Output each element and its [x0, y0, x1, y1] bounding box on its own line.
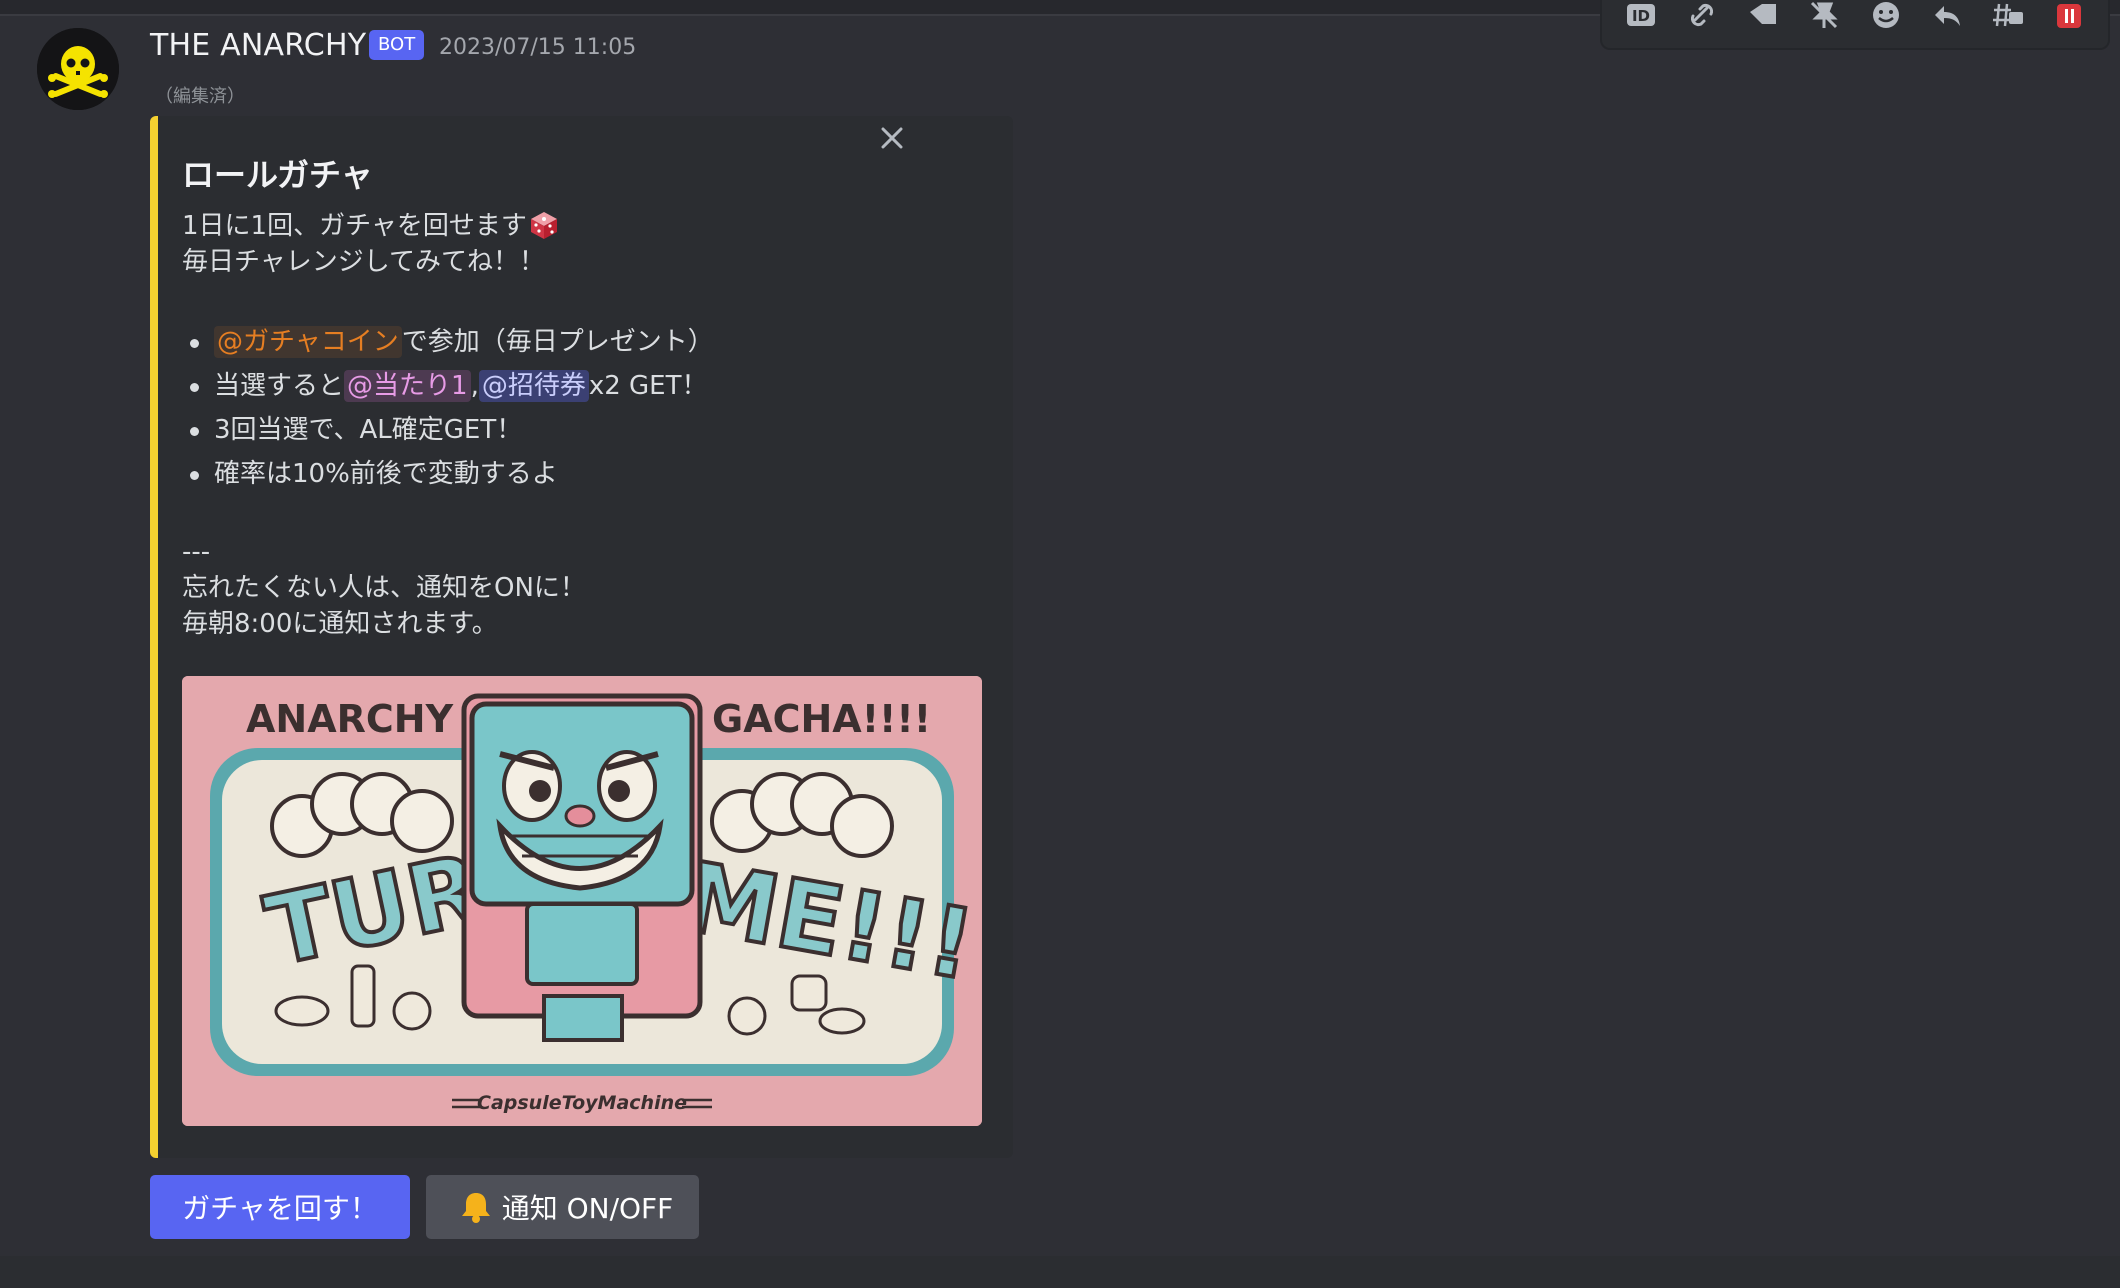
bullet-text: x2 GET！ — [588, 371, 708, 401]
bullet-text: 当選すると — [214, 371, 345, 401]
role-mention-atari[interactable]: @当たり1 — [344, 370, 471, 402]
bullet-separator: , — [470, 371, 479, 401]
bot-badge: BOT — [369, 30, 425, 60]
notification-toggle-label: 通知 ON/OFF — [501, 1192, 674, 1225]
list-item: @ガチャコイン で参加（毎日プレゼント） — [182, 320, 714, 364]
close-icon[interactable] — [870, 116, 914, 160]
separator-text: --- — [182, 537, 211, 567]
embed-bullet-list: @ガチャコイン で参加（毎日プレゼント） 当選すると @当たり1, @招待券 x2 GE… — [182, 320, 714, 496]
footer-line-1: 忘れたくない人は、通知をONに！ — [182, 573, 586, 603]
spin-gacha-button-label: ガチャを回す！ — [182, 1192, 378, 1225]
desc-line-2: 毎日チャレンジしてみてね！！ — [182, 247, 545, 277]
skull-crossbones-icon — [37, 28, 119, 110]
image-caption: CapsuleToyMachine — [477, 1092, 687, 1114]
gacha-machine-illustration: TURN ME!!! ANARCHY GACHA!!!! CapsuleToyM… — [182, 676, 982, 1126]
emoji-icon[interactable] — [1868, 0, 1904, 33]
bullet-text: 3回当選で、AL確定GET！ — [214, 415, 523, 445]
list-item: 当選すると @当たり1, @招待券 x2 GET！ — [182, 364, 714, 408]
embed: ロールガチャ 1日に1回、ガチャを回せます 毎日チャレンジしてみてね！！ @ガチ… — [150, 116, 1013, 1158]
embed-title: ロールガチャ — [182, 156, 373, 194]
edited-label: （編集済） — [155, 86, 245, 107]
pin-icon[interactable] — [1806, 0, 1842, 33]
role-mention-gacha-coin[interactable]: @ガチャコイン — [214, 326, 402, 358]
image-heading-right: GACHA!!!! — [712, 697, 931, 741]
bullet-text: 確率は10%前後で変動するよ — [214, 459, 558, 489]
tag-icon[interactable] — [1745, 0, 1781, 33]
bottom-divider — [0, 1256, 2120, 1288]
author-name[interactable]: THE ANARCHY — [150, 28, 366, 63]
desc-line-1: 1日に1回、ガチャを回せます — [182, 211, 527, 241]
role-mention-invite[interactable]: @招待券 — [478, 370, 589, 402]
id-icon[interactable]: ID — [1623, 0, 1659, 33]
message-toolbar: ID — [1600, 0, 2110, 50]
bullet-text: で参加（毎日プレゼント） — [401, 327, 714, 357]
embed-accent-bar — [150, 116, 158, 1158]
list-item: 確率は10%前後で変動するよ — [182, 452, 714, 496]
embed-footer-text: --- 忘れたくない人は、通知をONに！ 毎朝8:00に通知されます。 — [182, 534, 586, 642]
embed-description: 1日に1回、ガチャを回せます 毎日チャレンジしてみてね！！ — [182, 208, 559, 280]
thread-icon[interactable] — [1990, 0, 2026, 33]
list-item: 3回当選で、AL確定GET！ — [182, 408, 714, 452]
link-icon[interactable] — [1684, 0, 1720, 33]
notification-toggle-button[interactable]: 通知 ON/OFF — [426, 1175, 699, 1239]
svg-text:ID: ID — [1632, 7, 1650, 25]
reply-icon[interactable] — [1929, 0, 1965, 33]
spin-gacha-button[interactable]: ガチャを回す！ — [150, 1175, 410, 1239]
message-timestamp[interactable]: 2023/07/15 11:05 — [439, 35, 636, 60]
image-heading-left: ANARCHY — [246, 697, 454, 741]
avatar[interactable] — [37, 28, 119, 110]
dice-icon — [530, 212, 557, 239]
embed-image[interactable]: TURN ME!!! ANARCHY GACHA!!!! CapsuleToyM… — [182, 676, 982, 1126]
delete-icon[interactable] — [2051, 0, 2087, 33]
bell-icon — [461, 1193, 490, 1223]
footer-line-2: 毎朝8:00に通知されます。 — [182, 609, 498, 639]
